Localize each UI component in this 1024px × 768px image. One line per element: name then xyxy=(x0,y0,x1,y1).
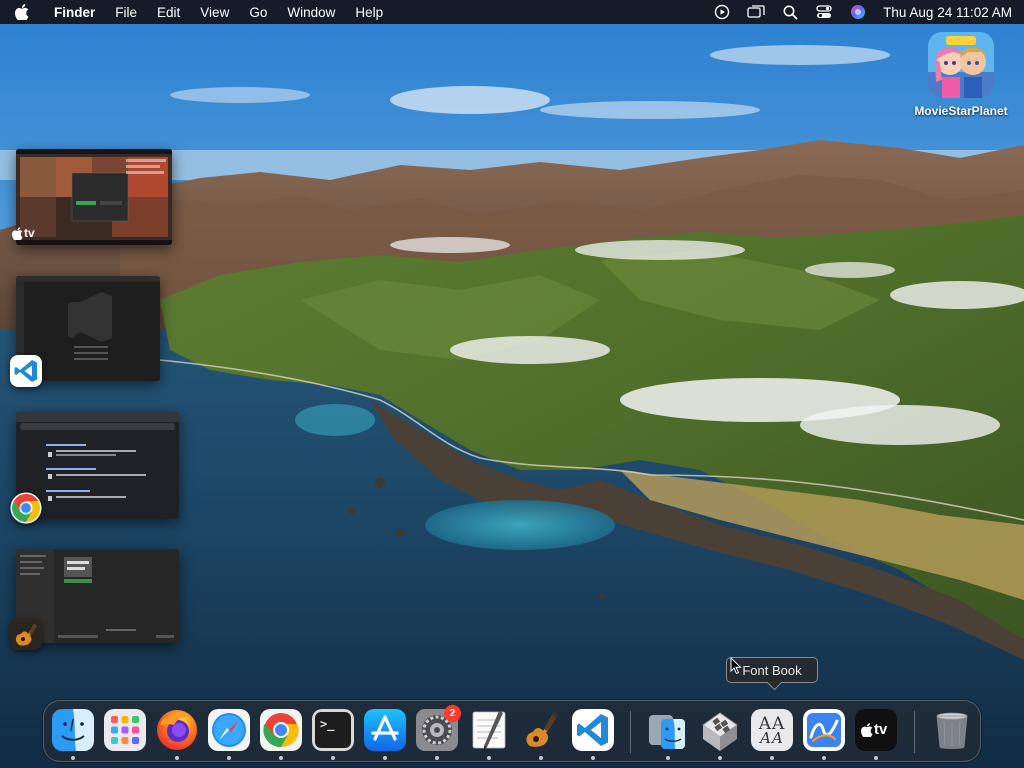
font-book-glyph-lower: AA xyxy=(760,729,784,747)
notification-badge: 2 xyxy=(444,705,461,722)
dock-item-apple-tv[interactable]: tv xyxy=(852,707,900,760)
dock-item-app-store[interactable] xyxy=(361,707,409,760)
trash-icon xyxy=(931,709,973,751)
dock-separator xyxy=(630,711,631,753)
dock-item-system-settings[interactable]: 2 xyxy=(413,705,461,760)
running-indicator xyxy=(666,756,670,760)
dock-item-launchpad[interactable] xyxy=(101,707,149,755)
dock-item-vscode[interactable] xyxy=(569,707,617,760)
menu-window[interactable]: Window xyxy=(277,0,345,24)
garageband-icon xyxy=(10,618,42,650)
dock-item-firefox[interactable] xyxy=(153,707,201,760)
apple-tv-window-preview xyxy=(16,149,172,245)
stage-thumb-apple-tv[interactable] xyxy=(16,149,172,245)
app-store-icon xyxy=(364,709,406,751)
stage-app-icon-apple-tv: tv xyxy=(12,226,35,240)
menu-go[interactable]: Go xyxy=(239,0,277,24)
dock-separator xyxy=(914,711,915,753)
running-indicator xyxy=(591,756,595,760)
menubar-clock[interactable]: Thu Aug 24 11:02 AM xyxy=(883,5,1012,20)
menu-app-name[interactable]: Finder xyxy=(44,0,105,24)
terminal-prompt: >_ xyxy=(320,717,335,731)
terminal-icon: >_ xyxy=(312,709,354,751)
migration-assistant-icon xyxy=(647,709,689,751)
chrome-icon xyxy=(10,492,42,524)
running-indicator xyxy=(874,756,878,760)
dock-item-chrome[interactable] xyxy=(257,707,305,760)
running-indicator xyxy=(435,756,439,760)
siri-icon[interactable] xyxy=(841,0,875,24)
dock: >_ 2 AA AA tv xyxy=(43,700,981,762)
desktop-wallpaper xyxy=(0,0,1024,768)
dock-item-freeform[interactable] xyxy=(800,707,848,760)
desktop-icon-label: MovieStarPlanet xyxy=(914,104,1008,118)
vscode-icon xyxy=(10,355,42,387)
running-indicator xyxy=(770,756,774,760)
firefox-icon xyxy=(156,709,198,751)
boot-camp-icon xyxy=(699,709,741,751)
desktop-icon-moviestarplanet[interactable]: MovieStarPlanet xyxy=(906,32,1016,118)
running-indicator xyxy=(539,756,543,760)
apple-tv-icon: tv xyxy=(855,709,897,751)
moviestarplanet-icon xyxy=(928,32,994,98)
menu-bar: Finder File Edit View Go Window Help Thu… xyxy=(0,0,1024,24)
apple-logo-icon xyxy=(861,722,873,737)
font-book-icon: AA AA xyxy=(751,709,793,751)
spotlight-search-icon[interactable] xyxy=(773,0,807,24)
dock-item-migration-assistant[interactable] xyxy=(644,707,692,760)
dock-item-terminal[interactable]: >_ xyxy=(309,707,357,760)
launchpad-icon xyxy=(104,709,146,751)
running-indicator xyxy=(383,756,387,760)
running-indicator xyxy=(487,756,491,760)
dock-item-garageband[interactable] xyxy=(517,707,565,760)
dock-item-trash[interactable] xyxy=(928,707,976,755)
dock-item-textedit[interactable] xyxy=(465,707,513,760)
running-indicator xyxy=(227,756,231,760)
control-center-icon[interactable] xyxy=(807,0,841,24)
running-indicator xyxy=(279,756,283,760)
dock-item-boot-camp[interactable] xyxy=(696,707,744,760)
mouse-cursor-icon xyxy=(730,657,742,675)
system-settings-icon: 2 xyxy=(416,705,461,751)
running-indicator xyxy=(175,756,179,760)
garageband-icon xyxy=(520,709,562,751)
running-indicator xyxy=(71,756,75,760)
textedit-icon xyxy=(468,709,510,751)
menu-help[interactable]: Help xyxy=(345,0,393,24)
status-area: Thu Aug 24 11:02 AM xyxy=(705,0,1024,24)
screen-mirroring-icon[interactable] xyxy=(739,0,773,24)
chrome-icon xyxy=(260,709,302,751)
apple-tv-dock-label: tv xyxy=(874,721,888,738)
running-indicator xyxy=(331,756,335,760)
finder-icon xyxy=(52,709,94,751)
screen-recording-icon[interactable] xyxy=(705,0,739,24)
apple-tv-label: tv xyxy=(24,226,35,240)
vscode-icon xyxy=(572,709,614,751)
menu-edit[interactable]: Edit xyxy=(147,0,190,24)
running-indicator xyxy=(822,756,826,760)
apple-logo-icon[interactable] xyxy=(0,4,44,20)
safari-icon xyxy=(208,709,250,751)
menu-file[interactable]: File xyxy=(105,0,147,24)
dock-item-font-book[interactable]: AA AA xyxy=(748,707,796,760)
freeform-icon xyxy=(803,709,845,751)
menu-view[interactable]: View xyxy=(190,0,239,24)
dock-item-safari[interactable] xyxy=(205,707,253,760)
dock-item-finder[interactable] xyxy=(49,707,97,760)
apple-logo-icon xyxy=(12,226,23,240)
running-indicator xyxy=(718,756,722,760)
